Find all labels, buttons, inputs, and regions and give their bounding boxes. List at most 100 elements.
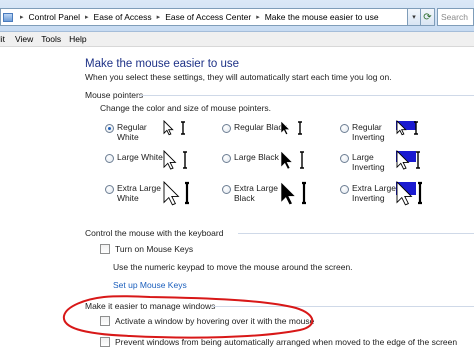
prevent-arrange-label[interactable]: Prevent windows from being automatically… bbox=[115, 337, 457, 347]
pointer-option-regular-invert[interactable]: Regular Inverting bbox=[340, 122, 385, 142]
mouse-pointers-group-title: Mouse pointers bbox=[85, 90, 144, 100]
refresh-icon: ⟳ bbox=[423, 11, 432, 23]
pointer-preview bbox=[396, 119, 418, 136]
address-dropdown-button[interactable]: ▾ bbox=[408, 8, 421, 26]
pointer-option-xlarge-black[interactable]: Extra Large Black bbox=[222, 183, 278, 203]
mouse-keys-label[interactable]: Turn on Mouse Keys bbox=[115, 244, 193, 254]
pointer-preview-regular-white bbox=[163, 119, 199, 150]
chevron-right-icon[interactable]: ▸ bbox=[80, 13, 94, 21]
page-subtitle: When you select these settings, they wil… bbox=[85, 72, 392, 82]
pointer-radio[interactable] bbox=[222, 154, 231, 163]
pointer-label[interactable]: Large Inverting bbox=[352, 152, 385, 172]
prevent-arrange-checkbox[interactable] bbox=[100, 337, 110, 347]
search-input[interactable]: Search bbox=[437, 8, 474, 26]
pointer-radio[interactable] bbox=[340, 154, 349, 163]
menu-bar: dit View Tools Help bbox=[0, 32, 474, 47]
text-cursor-icon bbox=[183, 151, 187, 169]
pointer-label[interactable]: Large Black bbox=[234, 152, 279, 162]
pointer-preview-regular-invert bbox=[396, 119, 432, 150]
menu-edit[interactable]: dit bbox=[0, 34, 15, 44]
pointer-label[interactable]: Extra Large White bbox=[117, 183, 161, 203]
pointer-option-large-white[interactable]: Large White bbox=[105, 152, 163, 163]
set-up-mouse-keys-link[interactable]: Set up Mouse Keys bbox=[113, 280, 187, 290]
hover-activate-option[interactable]: Activate a window by hovering over it wi… bbox=[100, 316, 314, 326]
pointer-preview bbox=[396, 149, 420, 170]
breadcrumb-ease-of-access[interactable]: Ease of Access bbox=[94, 12, 152, 22]
text-cursor-icon bbox=[416, 151, 420, 169]
menu-view[interactable]: View bbox=[15, 34, 41, 44]
text-cursor-icon bbox=[302, 181, 306, 205]
pointer-option-regular-black[interactable]: Regular Black bbox=[222, 122, 287, 133]
control-panel-icon bbox=[3, 12, 13, 22]
menu-help[interactable]: Help bbox=[69, 34, 94, 44]
mouse-pointers-desc: Change the color and size of mouse point… bbox=[100, 103, 272, 113]
arrow-cursor-icon bbox=[280, 181, 297, 206]
pointer-preview-xlarge-white bbox=[163, 180, 199, 211]
pointer-option-large-invert[interactable]: Large Inverting bbox=[340, 152, 385, 172]
breadcrumb[interactable]: ▸ Control Panel ▸ Ease of Access ▸ Ease … bbox=[0, 8, 408, 26]
pointer-preview bbox=[163, 149, 187, 170]
pointer-radio[interactable] bbox=[222, 185, 231, 194]
text-cursor-icon bbox=[300, 151, 304, 169]
keyboard-group-title: Control the mouse with the keyboard bbox=[85, 228, 224, 238]
pointer-radio[interactable] bbox=[105, 124, 114, 133]
text-cursor-icon bbox=[298, 121, 302, 135]
pointer-label[interactable]: Large White bbox=[117, 152, 163, 162]
address-bar: ▸ Control Panel ▸ Ease of Access ▸ Ease … bbox=[0, 0, 474, 32]
pointer-preview-large-white bbox=[163, 149, 199, 180]
chevron-right-icon[interactable]: ▸ bbox=[15, 13, 29, 21]
content-pane: Make the mouse easier to use When you se… bbox=[0, 48, 474, 356]
hover-activate-checkbox[interactable] bbox=[100, 316, 110, 326]
page-title: Make the mouse easier to use bbox=[85, 58, 240, 70]
pointer-option-regular-white[interactable]: Regular White bbox=[105, 122, 147, 142]
pointer-preview bbox=[280, 120, 302, 136]
pointer-option-xlarge-invert[interactable]: Extra Large Inverting bbox=[340, 183, 396, 203]
arrow-cursor-icon bbox=[280, 120, 291, 136]
pointer-radio[interactable] bbox=[105, 154, 114, 163]
text-cursor-icon bbox=[418, 181, 422, 205]
arrow-cursor-icon bbox=[163, 119, 174, 136]
windows-group-title: Make it easier to manage windows bbox=[85, 301, 216, 311]
group-divider bbox=[212, 306, 474, 307]
chevron-right-icon[interactable]: ▸ bbox=[251, 13, 265, 21]
mouse-keys-checkbox[interactable] bbox=[100, 244, 110, 254]
chevron-right-icon[interactable]: ▸ bbox=[152, 13, 166, 21]
pointer-option-large-black[interactable]: Large Black bbox=[222, 152, 279, 163]
pointer-preview-regular-black bbox=[280, 120, 316, 150]
ease-of-access-mouse-window: ▸ Control Panel ▸ Ease of Access ▸ Ease … bbox=[0, 0, 474, 356]
arrow-cursor-icon bbox=[280, 150, 294, 170]
pointer-label[interactable]: Regular White bbox=[117, 122, 147, 142]
pointer-preview bbox=[163, 180, 189, 206]
breadcrumb-control-panel[interactable]: Control Panel bbox=[29, 12, 81, 22]
menu-tools[interactable]: Tools bbox=[41, 34, 69, 44]
text-cursor-icon bbox=[185, 181, 189, 205]
hover-activate-label[interactable]: Activate a window by hovering over it wi… bbox=[115, 316, 314, 326]
chevron-down-icon: ▾ bbox=[412, 14, 416, 21]
breadcrumb-ease-of-access-center[interactable]: Ease of Access Center bbox=[165, 12, 251, 22]
pointer-preview-large-invert bbox=[396, 149, 432, 180]
pointer-preview bbox=[280, 181, 306, 206]
pointer-preview-large-black bbox=[280, 150, 316, 180]
pointer-radio[interactable] bbox=[222, 124, 231, 133]
breadcrumb-root[interactable]: ▸ bbox=[3, 12, 29, 22]
pointer-preview bbox=[396, 180, 422, 206]
pointer-radio[interactable] bbox=[105, 185, 114, 194]
group-divider bbox=[140, 95, 474, 96]
pointer-radio[interactable] bbox=[340, 124, 349, 133]
pointer-radio[interactable] bbox=[340, 185, 349, 194]
pointer-label[interactable]: Extra Large Inverting bbox=[352, 183, 396, 203]
arrow-cursor-icon bbox=[163, 180, 180, 206]
pointer-label[interactable]: Extra Large Black bbox=[234, 183, 278, 203]
pointer-label[interactable]: Regular Black bbox=[234, 122, 287, 132]
pointer-option-xlarge-white[interactable]: Extra Large White bbox=[105, 183, 161, 203]
prevent-arrange-option[interactable]: Prevent windows from being automatically… bbox=[100, 337, 457, 347]
group-divider bbox=[238, 233, 474, 234]
mouse-keys-option[interactable]: Turn on Mouse Keys bbox=[100, 244, 193, 254]
breadcrumb-current[interactable]: Make the mouse easier to use bbox=[265, 12, 379, 22]
pointer-label[interactable]: Regular Inverting bbox=[352, 122, 385, 142]
pointer-preview-xlarge-invert bbox=[396, 180, 432, 211]
pointer-preview bbox=[163, 119, 185, 136]
refresh-button[interactable]: ⟳ bbox=[421, 8, 435, 26]
mouse-keys-desc: Use the numeric keypad to move the mouse… bbox=[113, 262, 353, 272]
pointer-preview-xlarge-black bbox=[280, 181, 316, 211]
